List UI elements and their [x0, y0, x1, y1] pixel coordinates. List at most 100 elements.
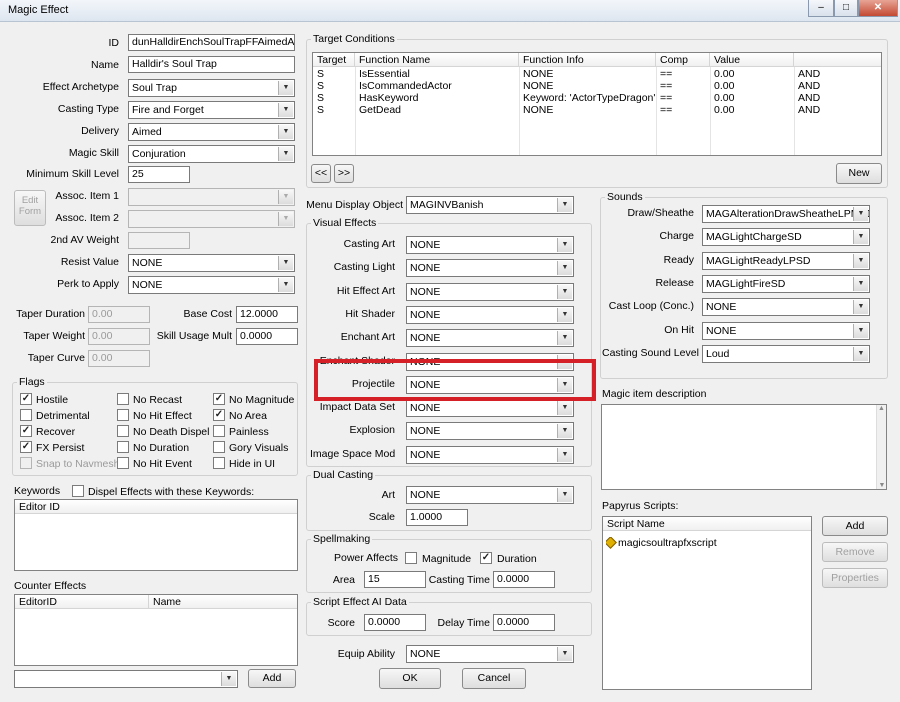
chevron-down-icon: ▼ — [853, 276, 868, 291]
sound-release-dropdown[interactable]: MAGLightFireSD ▼ — [702, 274, 870, 293]
sound-casting-sound-level-dropdown[interactable]: Loud ▼ — [702, 344, 870, 363]
skill-usage-mult-field[interactable]: 0.0000 — [236, 328, 298, 345]
flag-snap-to-navmesh-checkbox[interactable] — [20, 457, 32, 469]
sound-charge-dropdown[interactable]: MAGLightChargeSD ▼ — [702, 228, 870, 247]
papyrus-scripts-list[interactable]: Script Name magicsoultrapfxscript — [602, 516, 812, 690]
assoc-item-1-dropdown[interactable]: ▼ — [128, 188, 295, 206]
delay-time-field[interactable]: 0.0000 — [493, 614, 555, 631]
min-skill-field[interactable]: 25 — [128, 166, 190, 183]
taper-duration-field[interactable]: 0.00 — [88, 306, 150, 323]
minimize-button[interactable]: – — [808, 0, 834, 17]
flag-no-hit-effect-checkbox[interactable] — [117, 409, 129, 421]
chevron-down-icon: ▼ — [853, 253, 868, 268]
flag-no-recast-checkbox[interactable] — [117, 393, 129, 405]
menu-display-label: Menu Display Object — [306, 199, 403, 211]
dispel-checkbox[interactable] — [72, 485, 84, 497]
close-button[interactable]: ✕ — [858, 0, 898, 17]
flag-no-death-dispel-checkbox[interactable] — [117, 425, 129, 437]
sound-ready-dropdown[interactable]: MAGLightReadyLPSD ▼ — [702, 251, 870, 270]
papyrus-properties-button[interactable]: Properties — [822, 568, 888, 588]
conditions-prev-button[interactable]: << — [311, 164, 331, 183]
edit-form-button[interactable]: Edit Form — [14, 190, 46, 226]
conditions-column-header[interactable]: Comp — [656, 53, 710, 67]
second-av-weight-field[interactable] — [128, 232, 190, 249]
dual-casting-art-dropdown[interactable]: NONE ▼ — [406, 486, 574, 504]
conditions-next-button[interactable]: >> — [334, 164, 354, 183]
flag-recover-checkbox[interactable]: ✓ — [20, 425, 32, 437]
script-name-column-header[interactable]: Script Name — [603, 517, 811, 531]
flag-fx-persist-checkbox[interactable]: ✓ — [20, 441, 32, 453]
conditions-column-header[interactable]: Function Info — [519, 53, 656, 67]
resist-value-dropdown[interactable]: NONE ▼ — [128, 254, 295, 272]
condition-row[interactable]: S IsEssential NONE == 0.00 AND — [313, 68, 881, 80]
conditions-column-header[interactable] — [794, 53, 881, 67]
counter-effects-add-button[interactable]: Add — [248, 669, 296, 688]
chevron-down-icon: ▼ — [278, 103, 293, 117]
ve-image-space-mod-dropdown[interactable]: NONE ▼ — [406, 445, 574, 464]
dual-casting-scale-field[interactable]: 1.0000 — [406, 509, 468, 526]
name-field[interactable]: Halldir's Soul Trap — [128, 56, 295, 73]
cancel-button[interactable]: Cancel — [462, 668, 526, 689]
counter-effects-list[interactable]: EditorID Name — [14, 594, 298, 666]
maximize-button[interactable]: □ — [834, 0, 858, 17]
counter-effects-col-editorid[interactable]: EditorID — [15, 595, 149, 609]
magnitude-checkbox[interactable] — [405, 552, 417, 564]
menu-display-dropdown[interactable]: MAGINVBanish ▼ — [406, 196, 574, 214]
conditions-column-header[interactable]: Value — [710, 53, 794, 67]
flag-no-hit-event-checkbox[interactable] — [117, 457, 129, 469]
ve-casting-art-dropdown[interactable]: NONE ▼ — [406, 236, 574, 254]
ve-explosion-dropdown[interactable]: NONE ▼ — [406, 422, 574, 441]
casting-time-field[interactable]: 0.0000 — [493, 571, 555, 588]
perk-to-apply-dropdown[interactable]: NONE ▼ — [128, 276, 295, 294]
sound-cast-loop-conc--dropdown[interactable]: NONE ▼ — [702, 298, 870, 317]
ve-enchant-art-dropdown[interactable]: NONE ▼ — [406, 329, 574, 348]
flag-no-recast-label: No Recast — [133, 394, 183, 406]
ve-casting-light-dropdown[interactable]: NONE ▼ — [406, 259, 574, 278]
area-field[interactable]: 15 — [364, 571, 426, 588]
condition-cell: == — [660, 80, 673, 92]
flag-painless-checkbox[interactable] — [213, 425, 225, 437]
conditions-column-header[interactable]: Function Name — [355, 53, 519, 67]
taper-weight-field[interactable]: 0.00 — [88, 328, 150, 345]
flag-hide-in-ui-checkbox[interactable] — [213, 457, 225, 469]
papyrus-add-button[interactable]: Add — [822, 516, 888, 536]
id-field[interactable]: dunHalldirEnchSoulTrapFFAimedArea — [128, 34, 295, 51]
score-field[interactable]: 0.0000 — [364, 614, 426, 631]
delivery-dropdown[interactable]: Aimed ▼ — [128, 123, 295, 141]
script-list-item[interactable]: magicsoultrapfxscript — [606, 537, 717, 549]
condition-row[interactable]: S IsCommandedActor NONE == 0.00 AND — [313, 80, 881, 92]
taper-curve-field[interactable]: 0.00 — [88, 350, 150, 367]
sound-on-hit-dropdown[interactable]: NONE ▼ — [702, 321, 870, 340]
ve-impact-data-set-dropdown[interactable]: NONE ▼ — [406, 399, 574, 418]
ve-hit-effect-art-dropdown[interactable]: NONE ▼ — [406, 282, 574, 301]
flag-gory-visuals-checkbox[interactable] — [213, 441, 225, 453]
flag-no-area-checkbox[interactable]: ✓ — [213, 409, 225, 421]
papyrus-remove-button[interactable]: Remove — [822, 542, 888, 562]
counter-effects-col-name[interactable]: Name — [149, 595, 297, 609]
equip-ability-dropdown[interactable]: NONE ▼ — [406, 645, 574, 663]
conditions-column-header[interactable]: Target — [313, 53, 355, 67]
magic-item-description-field[interactable]: ▲ ▼ — [601, 404, 887, 490]
base-cost-field[interactable]: 12.0000 — [236, 306, 298, 323]
ve-hit-shader-dropdown[interactable]: NONE ▼ — [406, 305, 574, 324]
keywords-column-header[interactable]: Editor ID — [15, 500, 297, 514]
effect-archetype-dropdown[interactable]: Soul Trap ▼ — [128, 79, 295, 97]
magic-skill-dropdown[interactable]: Conjuration ▼ — [128, 145, 295, 163]
duration-checkbox[interactable]: ✓ — [480, 552, 492, 564]
condition-row[interactable]: S HasKeyword Keyword: 'ActorTypeDragon' == 0… — [313, 92, 881, 104]
flag-no-duration-checkbox[interactable] — [117, 441, 129, 453]
flag-detrimental-checkbox[interactable] — [20, 409, 32, 421]
keywords-list[interactable]: Editor ID — [14, 499, 298, 571]
description-scrollbar[interactable]: ▲ ▼ — [876, 405, 886, 489]
casting-type-dropdown[interactable]: Fire and Forget ▼ — [128, 101, 295, 119]
condition-row[interactable]: S GetDead NONE == 0.00 AND — [313, 104, 881, 116]
target-conditions-list[interactable]: Target Function Name Function Info Comp Valu… — [312, 52, 882, 156]
assoc-item-2-dropdown[interactable]: ▼ — [128, 210, 295, 228]
magic-item-description-label: Magic item description — [602, 388, 707, 400]
ok-button[interactable]: OK — [379, 668, 441, 689]
sound-draw-sheathe-dropdown[interactable]: MAGAlterationDrawSheatheLPMSD ▼ — [702, 205, 870, 223]
conditions-new-button[interactable]: New — [836, 163, 882, 184]
flag-no-magnitude-checkbox[interactable]: ✓ — [213, 393, 225, 405]
counter-effects-dropdown[interactable]: ▼ — [14, 670, 238, 688]
flag-hostile-checkbox[interactable]: ✓ — [20, 393, 32, 405]
